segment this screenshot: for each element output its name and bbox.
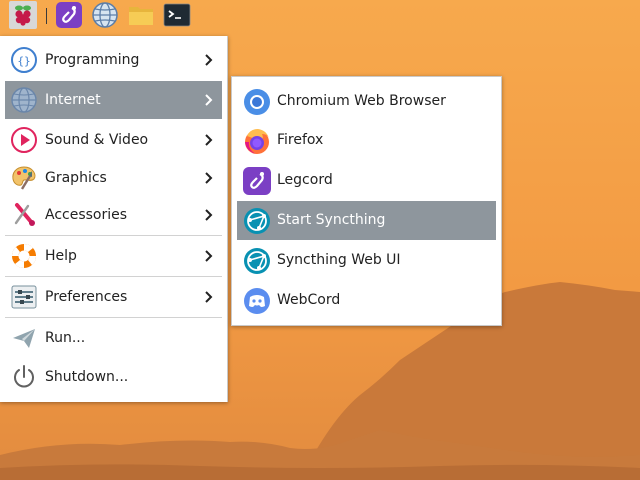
chevron-right-icon	[205, 209, 213, 221]
play-icon	[11, 127, 37, 153]
submenu-item-label: WebCord	[277, 292, 341, 308]
menu-item-label: Accessories	[45, 207, 128, 223]
menu-item-run[interactable]: Run...	[5, 319, 222, 357]
menu-item-programming[interactable]: {} Programming	[5, 41, 222, 79]
chevron-right-icon	[205, 172, 213, 184]
menu-divider	[5, 317, 222, 318]
menu-item-shutdown[interactable]: Shutdown...	[5, 358, 222, 396]
firefox-icon	[245, 129, 269, 154]
taskbar-separator	[46, 8, 47, 24]
menu-item-label: Help	[45, 248, 77, 264]
menu-item-label: Run...	[45, 330, 86, 346]
submenu-item-chromium[interactable]: Chromium Web Browser	[237, 82, 496, 121]
submenu-item-label: Syncthing Web UI	[277, 252, 401, 268]
chevron-right-icon	[205, 291, 213, 303]
palette-icon	[12, 166, 36, 190]
submenu-item-webcord[interactable]: WebCord	[237, 281, 496, 320]
menu-item-label: Internet	[45, 92, 101, 108]
webcord-icon	[244, 288, 270, 314]
menu-item-accessories[interactable]: Accessories	[5, 196, 222, 234]
globe-icon	[11, 87, 37, 113]
chevron-right-icon	[205, 54, 213, 66]
menu-item-label: Shutdown...	[45, 369, 129, 385]
submenu-item-legcord[interactable]: Legcord	[237, 161, 496, 200]
application-menu: {} Programming Internet Sound & Video Gr…	[0, 36, 228, 402]
taskbar	[0, 0, 640, 30]
legcord-icon	[243, 167, 271, 195]
syncthing-icon	[244, 248, 270, 274]
submenu-item-label: Legcord	[277, 172, 333, 188]
internet-submenu: Chromium Web Browser Firefox Legcord Sta…	[231, 76, 502, 326]
menu-item-label: Programming	[45, 52, 140, 68]
chevron-right-icon	[205, 94, 213, 106]
submenu-item-firefox[interactable]: Firefox	[237, 121, 496, 160]
legcord-launcher-icon[interactable]	[55, 1, 83, 29]
svg-text:{}: {}	[17, 55, 30, 68]
menu-item-preferences[interactable]: Preferences	[5, 278, 222, 316]
paper-plane-icon	[13, 329, 35, 348]
menu-item-label: Graphics	[45, 170, 107, 186]
lifebuoy-icon	[11, 243, 37, 269]
raspberry-menu-icon[interactable]	[9, 1, 37, 29]
terminal-icon[interactable]	[163, 1, 191, 29]
web-browser-icon[interactable]	[91, 1, 119, 29]
submenu-item-label: Chromium Web Browser	[277, 93, 446, 109]
file-manager-icon[interactable]	[127, 1, 155, 29]
menu-item-sound-video[interactable]: Sound & Video	[5, 121, 222, 159]
menu-divider	[5, 235, 222, 236]
syncthing-icon	[244, 208, 270, 234]
chevron-right-icon	[205, 134, 213, 146]
power-icon	[14, 365, 34, 388]
menu-item-internet[interactable]: Internet	[5, 81, 222, 119]
menu-item-label: Preferences	[45, 289, 128, 305]
tools-icon	[14, 203, 35, 226]
menu-item-graphics[interactable]: Graphics	[5, 159, 222, 197]
menu-item-help[interactable]: Help	[5, 237, 222, 275]
chromium-icon	[244, 89, 270, 115]
menu-item-label: Sound & Video	[45, 132, 149, 148]
submenu-item-syncthing-web-ui[interactable]: Syncthing Web UI	[237, 241, 496, 280]
menu-divider	[5, 276, 222, 277]
programming-icon: {}	[11, 47, 37, 73]
chevron-right-icon	[205, 250, 213, 262]
submenu-item-start-syncthing[interactable]: Start Syncthing	[237, 201, 496, 240]
submenu-item-label: Start Syncthing	[277, 212, 386, 228]
sliders-icon	[11, 285, 37, 309]
submenu-item-label: Firefox	[277, 132, 324, 148]
